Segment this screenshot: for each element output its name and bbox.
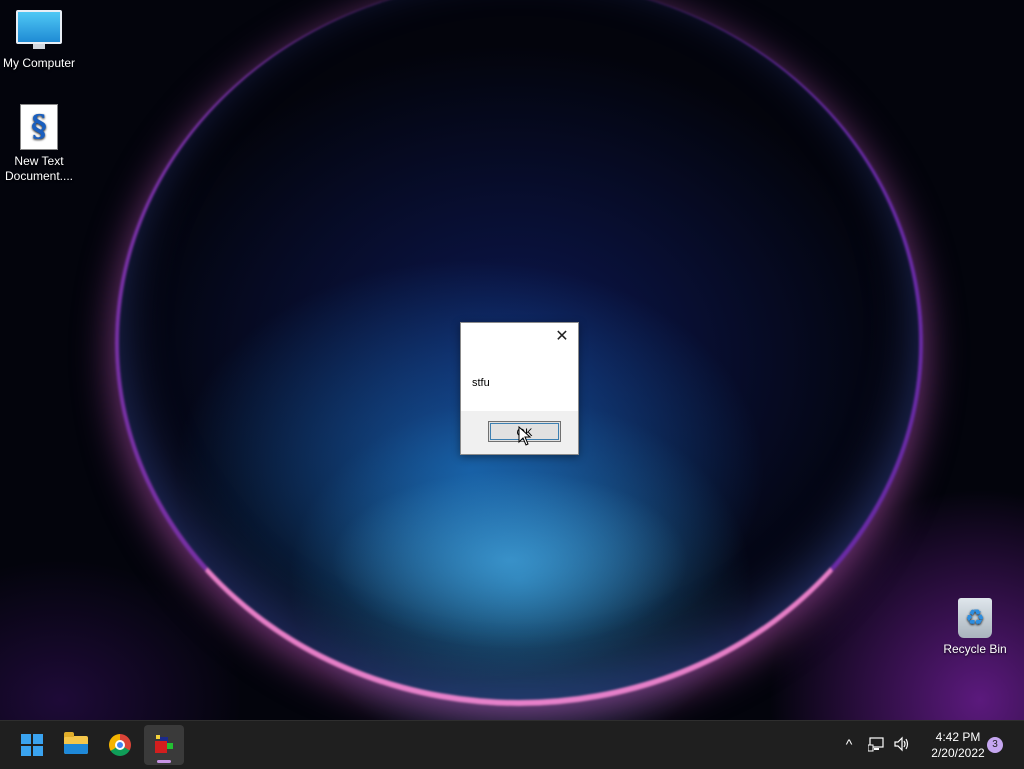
wallpaper-bloom-core	[330, 470, 690, 650]
close-icon[interactable]: ✕	[552, 327, 572, 347]
network-icon[interactable]	[868, 735, 886, 753]
notification-badge[interactable]: 3	[987, 737, 1003, 753]
start-button[interactable]	[12, 725, 52, 765]
desktop-icon-label: New Text Document....	[4, 154, 74, 183]
monitor-icon	[16, 10, 62, 49]
active-indicator	[157, 760, 171, 763]
chrome-icon	[109, 734, 131, 756]
folder-icon	[64, 732, 88, 754]
desktop-icon-my-computer[interactable]: My Computer	[0, 10, 78, 71]
dialog-message: stfu	[472, 377, 490, 389]
app-icon	[155, 735, 173, 753]
chevron-up-icon[interactable]: ^	[840, 735, 858, 753]
running-app-button[interactable]	[144, 725, 184, 765]
clock-date: 2/20/2022	[931, 746, 985, 760]
clock[interactable]: 4:42 PM 2/20/2022	[918, 729, 998, 761]
desktop-icon-label: Recycle Bin	[943, 642, 1007, 656]
desktop-icon-recycle-bin[interactable]: ♻ Recycle Bin	[936, 598, 1014, 657]
chrome-button[interactable]	[100, 725, 140, 765]
text-file-icon: §	[20, 104, 58, 150]
volume-icon[interactable]	[893, 735, 911, 753]
desktop-icon-new-text-document[interactable]: § New Text Document....	[0, 104, 78, 184]
file-explorer-button[interactable]	[56, 725, 96, 765]
recycle-bin-icon: ♻	[958, 598, 992, 638]
clock-time: 4:42 PM	[935, 730, 981, 744]
windows-start-icon	[21, 734, 43, 756]
mouse-cursor-icon	[518, 426, 532, 446]
taskbar: ^ 4:42 PM 2/20/2022 3	[0, 720, 1024, 769]
desktop-icon-label: My Computer	[2, 56, 76, 70]
